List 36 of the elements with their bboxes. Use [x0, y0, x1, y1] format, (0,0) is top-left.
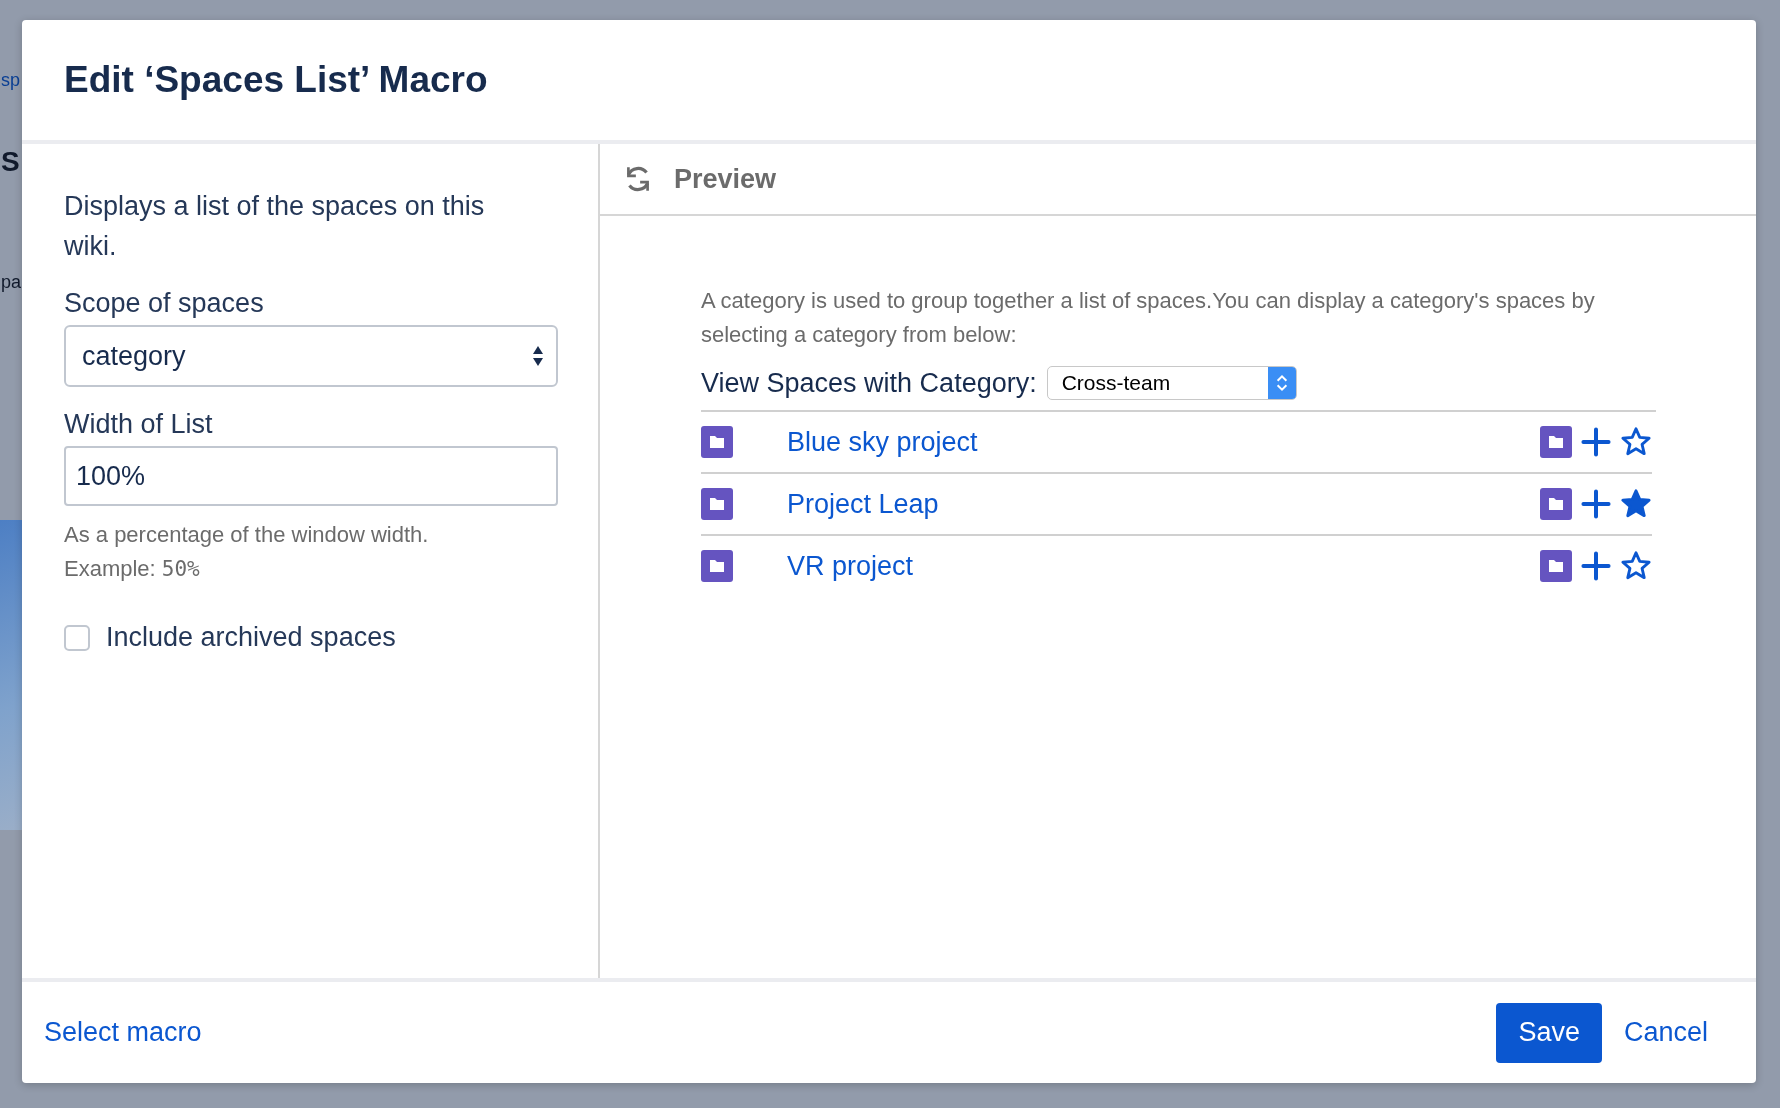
- space-link[interactable]: Project Leap: [787, 488, 1540, 520]
- checkbox-label: Include archived spaces: [106, 622, 396, 653]
- hint-text: As a percentage of the window width. Example: 50%: [64, 521, 430, 583]
- star-icon[interactable]: [1620, 426, 1652, 458]
- background-text: S: [1, 146, 20, 178]
- updown-arrows-icon: [532, 344, 544, 368]
- plus-icon[interactable]: [1580, 488, 1612, 520]
- folder-icon: [701, 488, 733, 520]
- folder-icon: [701, 426, 733, 458]
- star-icon[interactable]: [1620, 488, 1652, 520]
- space-link[interactable]: Blue sky project: [787, 426, 1540, 458]
- intro-text: A category is used to group together a list of spaces.You can display a category's spaces by selecting a category from below:: [701, 287, 1596, 349]
- plus-icon[interactable]: [1580, 426, 1612, 458]
- space-link[interactable]: VR project: [787, 550, 1540, 582]
- dialog-title: Edit ‘Spaces List’ Macro: [64, 59, 488, 101]
- category-label: View Spaces with Category:: [701, 367, 1037, 399]
- background-text: sp: [1, 70, 20, 91]
- scope-select[interactable]: category: [64, 325, 558, 387]
- save-button[interactable]: Save: [1496, 1002, 1602, 1063]
- updown-arrows-icon: [1267, 367, 1296, 399]
- folder-icon[interactable]: [1540, 550, 1572, 582]
- plus-icon[interactable]: [1580, 550, 1612, 582]
- folder-icon[interactable]: [1540, 488, 1572, 520]
- description-text: Displays a list of the spaces on this wiki.: [64, 190, 486, 263]
- field-label: Width of List: [64, 409, 214, 440]
- select-macro-link[interactable]: Select macro: [44, 1017, 202, 1048]
- checkbox[interactable]: [64, 624, 90, 651]
- field-label: Scope of spaces: [64, 288, 265, 319]
- width-input-field[interactable]: 100%: [64, 446, 558, 506]
- folder-icon[interactable]: [1540, 426, 1572, 458]
- star-icon[interactable]: [1620, 550, 1652, 582]
- preview-title: Preview: [674, 163, 777, 195]
- cancel-button[interactable]: Cancel: [1617, 1017, 1714, 1048]
- category-dropdown[interactable]: Cross-team: [1046, 366, 1297, 400]
- background-text: pa: [1, 272, 22, 293]
- folder-icon: [701, 550, 733, 582]
